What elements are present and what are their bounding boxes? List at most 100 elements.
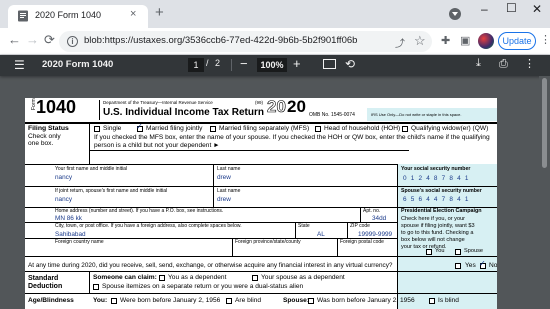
spouse-itemizes-label: Spouse itemizes on a separate return or … xyxy=(102,283,304,290)
spouse-first-name-field[interactable]: nancy xyxy=(55,196,72,203)
update-button[interactable]: Update xyxy=(498,32,536,50)
city-field[interactable]: Sahibabad xyxy=(55,231,86,238)
pdf-scrollbar-thumb[interactable] xyxy=(542,78,547,168)
mfs-checkbox[interactable] xyxy=(210,126,216,132)
spouse-born-before-checkbox[interactable] xyxy=(308,298,314,304)
virtual-currency-question: At any time during 2020, did you receive… xyxy=(28,262,393,269)
window-close-icon[interactable]: ✕ xyxy=(532,2,542,16)
spouse-dependent-checkbox[interactable] xyxy=(252,275,258,281)
qw-label: Qualifying widow(er) (QW) xyxy=(411,125,489,132)
hoh-label: Head of household (HOH) xyxy=(324,125,401,132)
spouse-ssn-field[interactable]: 6 5 6 4 4 7 8 4 1 xyxy=(403,196,470,203)
address-label: Home address (number and street). If you… xyxy=(55,208,224,214)
spouse-last-name-field[interactable]: drew xyxy=(217,196,231,203)
minimize-icon[interactable]: – xyxy=(481,2,488,16)
foreign-postal-label: Foreign postal code xyxy=(340,239,384,245)
download-icon[interactable]: ⤓ xyxy=(476,57,481,70)
profile-menu-icon[interactable]: ▣ xyxy=(460,34,470,47)
print-icon[interactable]: ⎙ xyxy=(499,58,508,71)
virtual-yes-checkbox[interactable] xyxy=(455,263,461,269)
tab-title: 2020 Form 1040 xyxy=(35,10,102,20)
you-born-before-checkbox[interactable] xyxy=(111,298,117,304)
site-info-icon[interactable]: i xyxy=(67,36,78,47)
tab-strip: 2020 Form 1040 × + – ☐ ✕ xyxy=(0,0,550,28)
you-dependent-checkbox[interactable] xyxy=(159,275,165,281)
last-name-field[interactable]: drew xyxy=(217,174,231,181)
qw-checkbox[interactable] xyxy=(402,126,408,132)
avatar[interactable] xyxy=(478,33,494,49)
back-icon[interactable]: ← xyxy=(8,33,21,47)
bookmark-star-icon[interactable]: ☆ xyxy=(414,33,426,49)
maximize-icon[interactable]: ☐ xyxy=(506,1,517,15)
fit-to-page-icon[interactable] xyxy=(323,59,336,69)
spouse-first-name-label: If joint return, spouse's first name and… xyxy=(55,188,168,194)
you-blind-checkbox[interactable] xyxy=(226,298,232,304)
someone-claim-label: Someone can claim: xyxy=(93,274,157,281)
divider xyxy=(89,271,90,293)
divider xyxy=(25,186,497,187)
spouse-last-name-label: Last name xyxy=(217,188,241,194)
rotate-icon[interactable]: ⟲ xyxy=(345,57,355,71)
hoh-checkbox[interactable] xyxy=(315,126,321,132)
divider xyxy=(360,207,361,222)
spouse-itemizes-checkbox[interactable] xyxy=(93,284,99,290)
browser-menu-icon[interactable]: ⋮ xyxy=(540,33,550,46)
spouse-born-before-label: Was born before January 2, 1956 xyxy=(317,297,415,304)
divider xyxy=(89,150,409,151)
foreign-province-label: Foreign province/state/county xyxy=(235,239,301,245)
form-number: 1040 xyxy=(36,98,77,117)
zoom-in-icon[interactable]: + xyxy=(293,56,301,71)
extensions-puzzle-icon[interactable]: ✚ xyxy=(441,34,450,47)
pec-you-checkbox[interactable] xyxy=(426,249,432,255)
standard-deduction-label: Deduction xyxy=(28,283,63,290)
apt-field[interactable]: 34dd xyxy=(372,215,386,222)
share-icon[interactable]: ⤴ xyxy=(395,35,405,50)
filing-status-note: person is a child but not your dependent… xyxy=(94,142,220,149)
mfj-label: Married filing jointly xyxy=(146,125,203,132)
virtual-yes-label: Yes xyxy=(465,262,476,269)
foreign-country-label: Foreign country name xyxy=(55,239,104,245)
zoom-out-icon[interactable]: − xyxy=(240,56,248,71)
document-favicon-icon xyxy=(18,10,28,22)
divider xyxy=(25,293,497,294)
address-bar[interactable]: i blob:https://ustaxes.org/3536ccb6-77ed… xyxy=(59,31,432,52)
you-label: You: xyxy=(93,297,108,304)
omb-number: OMB No. 1545-0074 xyxy=(309,112,355,118)
address-field[interactable]: MN 86 kk xyxy=(55,215,82,222)
pdf-page: Form 1040 Department of the Treasury—Int… xyxy=(25,98,497,309)
reload-icon[interactable]: ⟳ xyxy=(44,33,55,47)
pec-title: Presidential Election Campaign xyxy=(401,208,482,214)
zip-field[interactable]: 19999-9999 xyxy=(358,231,392,238)
divider xyxy=(89,123,90,164)
state-label: State xyxy=(298,223,310,229)
age-blindness-label: Age/Blindness xyxy=(28,297,74,304)
browser-tab[interactable]: 2020 Form 1040 × xyxy=(8,5,148,28)
virtual-no-label: No xyxy=(489,262,497,269)
toolbar-divider xyxy=(231,59,232,71)
divider xyxy=(232,238,233,256)
dept-line: Department of the Treasury—Internal Reve… xyxy=(103,100,213,105)
code-99: (99) xyxy=(255,100,264,105)
ssn-field[interactable]: 0 1 2 4 8 7 8 4 1 xyxy=(403,175,470,182)
year-suffix: 20 xyxy=(287,98,306,116)
spouse-blind-checkbox[interactable] xyxy=(429,298,435,304)
zoom-input[interactable]: 100% xyxy=(257,58,287,72)
pec-text: Check here if you, or your xyxy=(401,216,466,222)
zip-label: ZIP code xyxy=(350,223,370,229)
state-field[interactable]: AL xyxy=(317,231,325,238)
url-text[interactable]: blob:https://ustaxes.org/3536ccb6-77ed-4… xyxy=(84,35,357,46)
first-name-field[interactable]: nancy xyxy=(55,174,72,181)
forward-icon[interactable]: → xyxy=(26,33,39,47)
more-options-icon[interactable]: ⋮ xyxy=(524,57,535,70)
close-tab-icon[interactable]: × xyxy=(130,8,136,20)
filing-status-label: Filing Status xyxy=(28,125,69,132)
city-label: City, town, or post office. If you have … xyxy=(55,223,242,229)
tab-search-icon[interactable] xyxy=(449,8,461,20)
first-name-label: Your first name and middle initial xyxy=(55,166,128,172)
single-checkbox[interactable] xyxy=(94,126,100,132)
menu-icon[interactable]: ☰ xyxy=(14,58,25,72)
filing-status-sub: one box. xyxy=(28,140,54,147)
page-number-input[interactable]: 1 xyxy=(188,58,204,72)
new-tab-icon[interactable]: + xyxy=(155,5,164,20)
pec-spouse-checkbox[interactable] xyxy=(455,249,461,255)
